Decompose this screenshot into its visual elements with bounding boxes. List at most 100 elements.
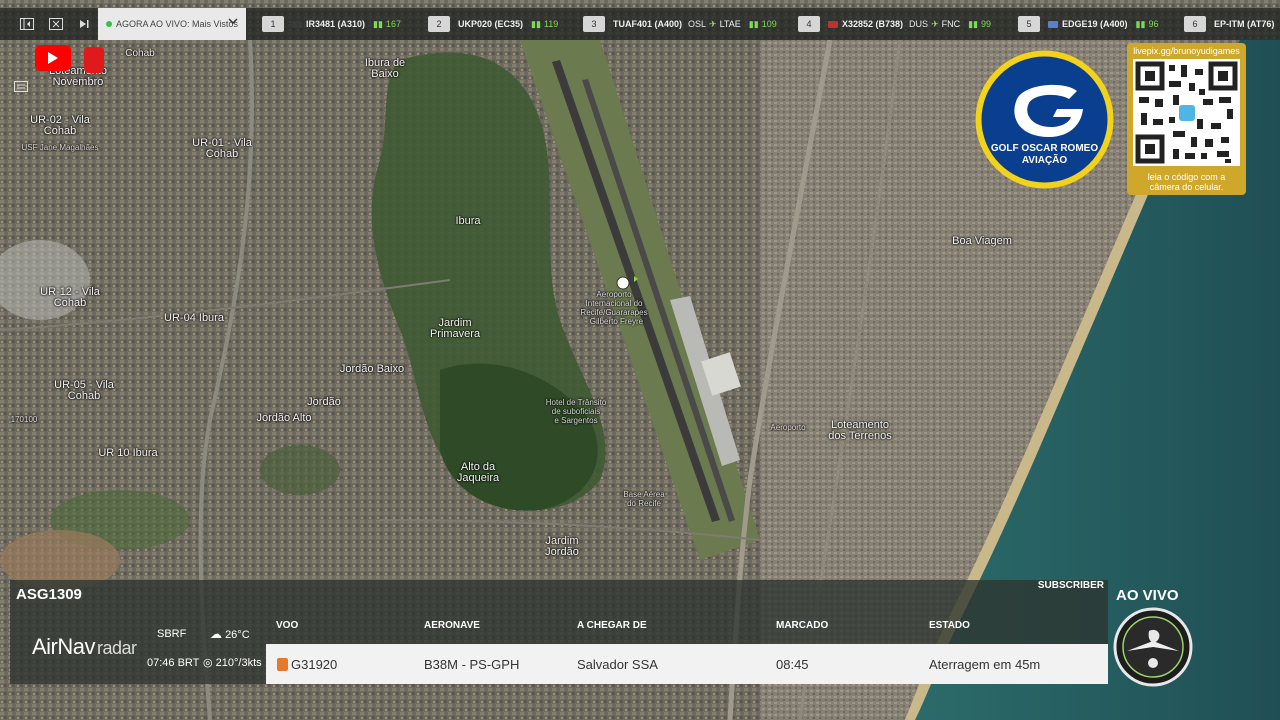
viewers-icon: ▮▮: [373, 18, 383, 29]
top-flight-item[interactable]: 1 IR3481 (A310) ▮▮ 167: [262, 8, 401, 40]
viewer-count: 119: [543, 19, 559, 29]
viewers-icon: ▮▮: [748, 18, 759, 29]
flight-callsign: EP-ITM (AT76): [1214, 19, 1275, 29]
map-label: Alto da Jaqueira: [456, 461, 500, 484]
route-to: FNC: [941, 19, 961, 29]
flight-callsign: X32852 (B738): [842, 19, 904, 29]
logo-title: GOLF OSCAR ROMEO AVIAÇÃO: [990, 143, 1099, 166]
golf-oscar-romeo-logo: GOLF OSCAR ROMEO AVIAÇÃO: [973, 47, 1116, 192]
map-label: 170100: [10, 415, 38, 424]
live-dot-icon: [106, 21, 112, 27]
flight-info-panel: ASG1309 SUBSCRIBER AirNav radar SBRF 07:4…: [10, 580, 1108, 684]
wind-value: 210°/3kts: [215, 657, 262, 669]
top-flight-item[interactable]: 2 UKP020 (EC35) ▮▮ 119: [428, 8, 558, 40]
map-label: UR-01 - Vila Cohab: [192, 137, 252, 160]
column-header-flight: VOO: [276, 620, 299, 631]
viewer-count: 109: [761, 19, 777, 29]
rank-badge: 4: [798, 16, 820, 32]
flag-icon: [1048, 20, 1058, 28]
map-label: Ibura: [455, 215, 481, 227]
brand-main: AirNav: [32, 634, 96, 659]
collapse-sidebar-icon[interactable]: [17, 14, 37, 34]
qr-code-icon: [1133, 59, 1240, 166]
live-select-label: AGORA AO VIVO: Mais Vistos: [116, 19, 238, 29]
list-icon[interactable]: [12, 78, 30, 94]
flag-icon: [828, 20, 838, 28]
viewer-count: 167: [385, 19, 401, 29]
chevron-down-icon: [228, 17, 238, 28]
map-label: USF Jane Magalhães: [21, 143, 99, 152]
top-flight-item[interactable]: 4 X32852 (B738) DUS ✈ FNC ▮▮ 99: [798, 8, 991, 40]
brand-sub: radar: [97, 638, 137, 658]
airnav-radar-logo: AirNav radar: [32, 634, 137, 660]
flight-callsign: IR3481 (A310): [306, 19, 366, 29]
viewer-count: 96: [1148, 19, 1159, 29]
map-label: Hotel de Trânsito de suboficiais e Sarge…: [545, 398, 607, 425]
flight-callsign: TUAF401 (A400): [613, 19, 683, 29]
weather-temperature: ☁ 26°C: [210, 627, 250, 641]
record-icon[interactable]: [84, 47, 104, 73]
flag-icon: [292, 20, 302, 28]
map-label: Aeroporto: [770, 423, 806, 432]
map-label: Loteamento dos Terrenos: [828, 419, 892, 442]
viewer-count: 99: [981, 19, 992, 29]
viewers-icon: ▮▮: [531, 18, 541, 29]
route-from: OSL: [688, 19, 707, 29]
airline-logo-icon: [277, 658, 288, 671]
subscriber-label: SUBSCRIBER: [1037, 580, 1104, 591]
rank-badge: 1: [262, 16, 284, 32]
cloud-icon: ☁: [210, 627, 222, 641]
youtube-icon[interactable]: [35, 45, 71, 71]
close-panel-icon[interactable]: [46, 14, 66, 34]
wind-icon: ◎: [203, 657, 213, 669]
cell-aircraft: B38M - PS-GPH: [424, 657, 520, 672]
column-header-status: ESTADO: [929, 620, 970, 631]
rank-badge: 5: [1018, 16, 1040, 32]
weather-wind: ◎ 210°/3kts: [203, 656, 262, 669]
map-label: UR 10 Ibura: [98, 447, 158, 459]
airport-code: SBRF: [157, 628, 187, 640]
rank-badge: 3: [583, 16, 605, 32]
flight-row[interactable]: G31920 B38M - PS-GPH Salvador SSA 08:45 …: [266, 644, 1108, 684]
flight-callsign-title: ASG1309: [16, 586, 82, 603]
map-label: UR-02 - Vila Cohab: [30, 114, 90, 137]
map-label: Jordão Baixo: [339, 363, 405, 375]
qr-donation-box: livepix.gg/brunoyudigames leia o código …: [1127, 43, 1246, 195]
map-label: Ibura de Baixo: [364, 57, 406, 80]
map-label: Jordão: [307, 396, 341, 408]
route-from: DUS: [909, 19, 929, 29]
local-time: 07:46 BRT: [147, 657, 200, 669]
map-label: Jardim Jordão: [545, 535, 579, 558]
column-header-origin: A CHEGAR DE: [577, 620, 647, 631]
map-label: Jordão Alto: [256, 412, 312, 424]
channel-badge-logo: [1113, 607, 1193, 687]
route-to: LTAE: [719, 19, 741, 29]
map-label: Base Aérea do Recife: [623, 490, 665, 508]
live-label: AO VIVO: [1116, 587, 1179, 604]
column-header-scheduled: MARCADO: [776, 620, 829, 631]
cell-scheduled: 08:45: [776, 657, 809, 672]
viewers-icon: ▮▮: [968, 18, 979, 29]
map-label: UR-12 - Vila Cohab: [40, 286, 100, 309]
top-flights-bar: AGORA AO VIVO: Mais Vistos 1 IR3481 (A31…: [0, 8, 1280, 40]
viewers-icon: ▮▮: [1135, 18, 1146, 29]
skip-next-icon[interactable]: [74, 14, 94, 34]
live-view-select[interactable]: AGORA AO VIVO: Mais Vistos: [98, 8, 246, 40]
column-header-aircraft: AERONAVE: [424, 620, 480, 631]
rank-badge: 2: [428, 16, 450, 32]
qr-caption: leia o código com a câmera do celular.: [1147, 172, 1226, 192]
plane-arrow-icon: ✈: [709, 18, 717, 29]
rank-badge: 6: [1184, 16, 1206, 32]
flight-callsign: EDGE19 (A400): [1062, 19, 1128, 29]
plane-arrow-icon: ✈: [931, 18, 939, 29]
map-label: Jardim Primavera: [429, 317, 481, 340]
cell-flight: G31920: [291, 657, 338, 672]
top-flight-item[interactable]: 6 EP-ITM (AT76): [1184, 8, 1274, 40]
map-label: UR-05 - Vila Cohab: [54, 379, 114, 402]
top-flight-item[interactable]: 3 TUAF401 (A400) OSL ✈ LTAE ▮▮ 109: [583, 8, 777, 40]
map-label: UR-04 Ibura: [164, 312, 224, 324]
temperature-value: 26°C: [225, 629, 250, 641]
qr-url: livepix.gg/brunoyudigames: [1133, 46, 1240, 56]
flight-callsign: UKP020 (EC35): [458, 19, 524, 29]
top-flight-item[interactable]: 5 EDGE19 (A400) ▮▮ 96: [1018, 8, 1158, 40]
